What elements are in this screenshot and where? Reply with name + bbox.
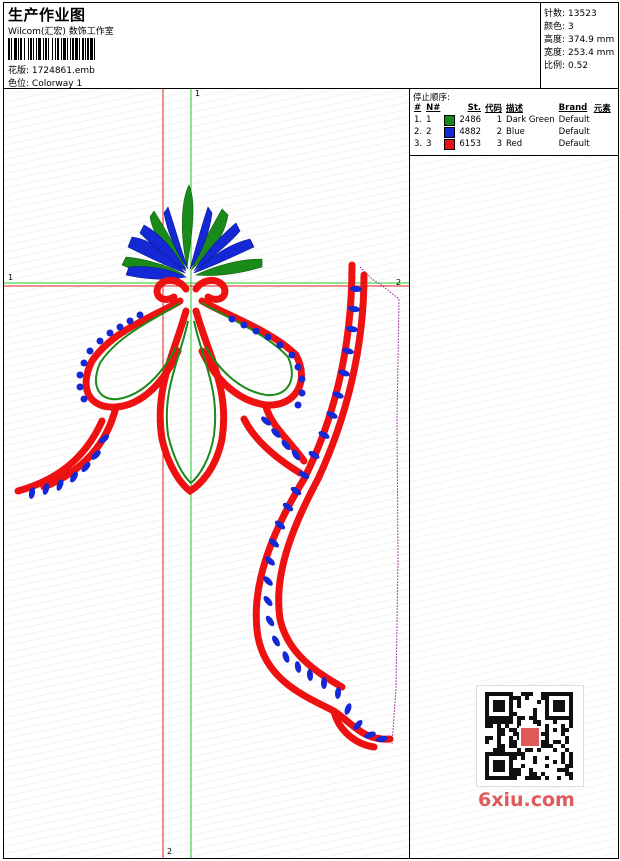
colorway-value: Colorway 1 [31, 79, 83, 89]
table-row[interactable]: 2. 2 4882 2 Blue Default [412, 126, 613, 138]
embroidery-design [4, 89, 409, 858]
stat-scale: 比例: 0.52 [544, 61, 589, 71]
col-code: 代码 [485, 104, 503, 114]
stop-sequence-table: # N# St. 代码 描述 Brand 元素 1. 1 2486 1 Dark Gre… [412, 102, 613, 150]
table-row[interactable]: 1. 1 2486 1 Dark Green Default [412, 114, 613, 126]
cell-stitches: 2486 [459, 115, 482, 125]
cell-swatch [442, 138, 457, 150]
leaf-motif [263, 596, 273, 606]
stop-sequence-panel: 停止顺序: # N# St. 代码 描述 Brand 元素 1. 1 2486 1 Da… [410, 89, 618, 156]
cell-element [592, 114, 613, 126]
cell-brand: Default [558, 115, 590, 125]
col-swatch [442, 102, 457, 114]
cell-index: 3. [414, 139, 423, 149]
stat-width: 宽度: 253.4 mm [544, 48, 615, 58]
leaf-motif [344, 703, 352, 715]
cell-code: 2 [496, 127, 503, 137]
col-desc: 描述 [506, 104, 524, 114]
cell-swatch [442, 114, 457, 126]
guide-label-right: 2 [396, 278, 402, 287]
color-swatch [444, 138, 456, 150]
cell-code: 1 [496, 115, 503, 125]
guide-label-left: 1 [8, 273, 14, 282]
leaf-motif [321, 677, 327, 689]
cell-n: 3 [426, 139, 432, 149]
cell-stitches: 6153 [459, 139, 482, 149]
color-swatch [444, 114, 456, 126]
cell-swatch [442, 126, 457, 138]
color-swatch [444, 126, 456, 138]
col-index: # [414, 103, 422, 113]
stats-panel: 针数: 13523 颜色: 3 高度: 374.9 mm 宽度: 253.4 mm 比例… [541, 3, 618, 89]
design-file-line: 花版: 1724861.emb [8, 63, 95, 76]
col-brand: Brand [558, 103, 588, 113]
cell-index: 2. [414, 127, 423, 137]
guide-label-bottom: 2 [167, 847, 173, 856]
studio-name: Wilcom(汇宏) 数饰工作室 [8, 27, 114, 37]
col-stitches: St. [467, 103, 482, 113]
qr-code [476, 685, 584, 787]
design-preview[interactable]: 1 1 2 2 [4, 89, 409, 858]
watermark-logo: 6xiu.com [478, 789, 575, 811]
stat-height: 高度: 374.9 mm [544, 35, 615, 45]
design-file-label: 花版: [8, 66, 30, 76]
travel-path [359, 266, 400, 745]
col-element: 元素 [593, 104, 611, 114]
cell-desc: Red [506, 139, 523, 149]
cell-index: 1. [414, 115, 423, 125]
colorway-line: 色位: Colorway 1 [8, 76, 82, 89]
table-header-row: # N# St. 代码 描述 Brand 元素 [412, 102, 613, 114]
leaf-motif [294, 661, 302, 673]
col-n: N# [426, 103, 441, 113]
cell-stitches: 4882 [459, 127, 482, 137]
leaf-motif [282, 651, 290, 663]
red-outline [14, 261, 394, 751]
header-panel: 生产作业图 Wilcom(汇宏) 数饰工作室 花版: 1724861.emb 色… [4, 3, 541, 89]
cell-code: 3 [496, 139, 503, 149]
stat-colors: 颜色: 3 [544, 22, 574, 32]
cell-n: 2 [426, 127, 432, 137]
qr-code-graphic [485, 692, 573, 780]
production-sheet: 生产作业图 Wilcom(汇宏) 数饰工作室 花版: 1724861.emb 色… [3, 2, 619, 859]
cell-element [592, 126, 613, 138]
stat-stitches: 针数: 13523 [544, 9, 597, 19]
cell-desc: Blue [506, 127, 525, 137]
page-title: 生产作业图 [8, 6, 86, 24]
leaf-motif [272, 635, 280, 647]
barcode [8, 38, 146, 60]
design-file-value: 1724861.emb [31, 66, 95, 76]
guide-label-top: 1 [195, 89, 201, 98]
cell-brand: Default [558, 127, 590, 137]
cell-n: 1 [426, 115, 432, 125]
colorway-label: 色位: [8, 79, 30, 89]
leaf-motif [265, 615, 275, 627]
table-row[interactable]: 3. 3 6153 3 Red Default [412, 138, 613, 150]
cell-element [592, 138, 613, 150]
cell-brand: Default [558, 139, 590, 149]
side-panel: 停止顺序: # N# St. 代码 描述 Brand 元素 1. 1 2486 1 Da… [409, 89, 618, 858]
cell-desc: Dark Green [506, 115, 555, 125]
